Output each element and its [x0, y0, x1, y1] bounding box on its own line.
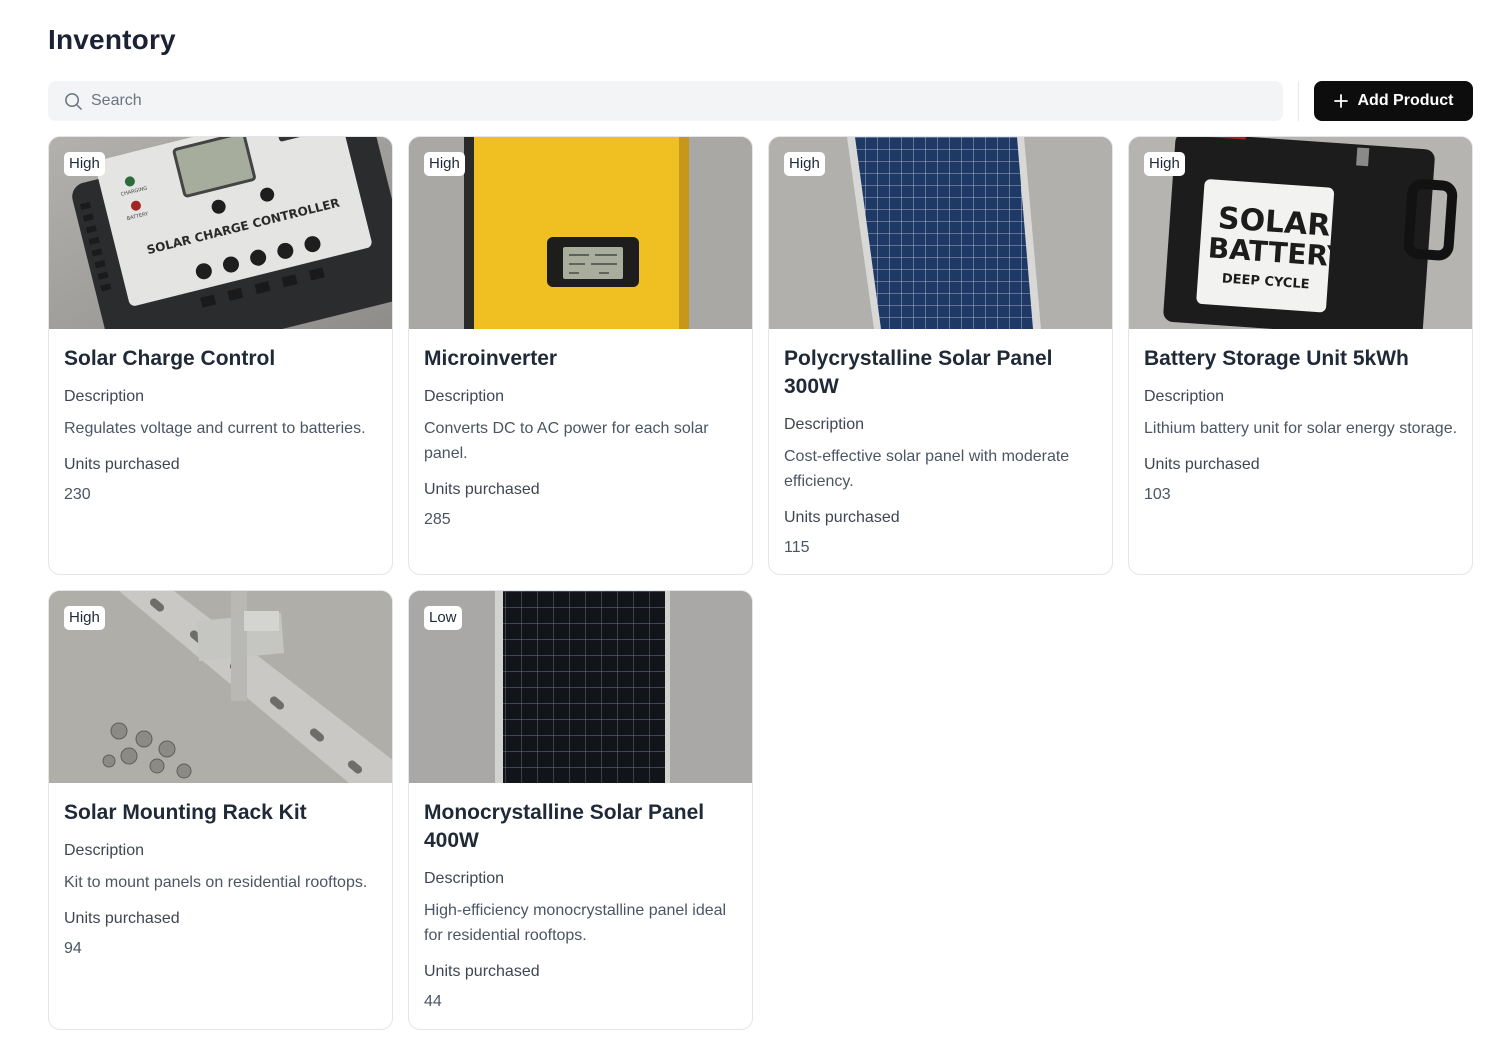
- product-image: High: [769, 137, 1112, 329]
- product-description: Kit to mount panels on residential rooft…: [64, 874, 368, 891]
- units-value: 285: [424, 511, 451, 528]
- units-label: Units purchased: [64, 456, 180, 473]
- priority-badge: High: [64, 152, 105, 176]
- product-name: Solar Mounting Rack Kit: [64, 801, 307, 824]
- product-image: High: [49, 591, 392, 783]
- units-value: 115: [784, 539, 810, 556]
- units-value: 103: [1144, 486, 1171, 503]
- product-image: High: [409, 137, 752, 329]
- product-description: Lithium battery unit for solar energy st…: [1144, 420, 1458, 437]
- priority-badge: Low: [424, 606, 462, 630]
- product-card[interactable]: High Microinverter Description Converts …: [408, 136, 753, 575]
- toolbar-divider: [1298, 81, 1299, 121]
- description-label: Description: [1144, 388, 1225, 405]
- toolbar: Add Product: [48, 81, 1473, 121]
- description-label: Description: [64, 842, 145, 859]
- product-image: Low: [409, 591, 752, 783]
- units-label: Units purchased: [784, 509, 900, 526]
- description-label: Description: [424, 388, 505, 405]
- product-card[interactable]: Low Monocrystalline Solar Panel 400W Des…: [408, 590, 753, 1030]
- units-label: Units purchased: [64, 910, 180, 927]
- page-title: Inventory: [48, 24, 176, 55]
- description-label: Description: [64, 388, 145, 405]
- add-product-button[interactable]: Add Product: [1314, 81, 1473, 121]
- product-image: SOLAR BATTERY DEEP CYCLE High: [1129, 137, 1472, 329]
- priority-badge: High: [1144, 152, 1185, 176]
- product-card[interactable]: SOLAR BATTERY DEEP CYCLE High Battery St…: [1128, 136, 1473, 575]
- product-description: Converts DC to AC power for each solar p…: [424, 420, 709, 462]
- search-input[interactable]: [91, 82, 1241, 120]
- product-card[interactable]: High Solar Mounting Rack Kit Description…: [48, 590, 393, 1030]
- product-description: Regulates voltage and current to batteri…: [64, 420, 366, 437]
- search-box[interactable]: [48, 81, 1283, 121]
- product-name: Polycrystalline Solar Panel 300W: [784, 347, 1053, 398]
- product-image: CHARGING BATTERY SOLAR CHARGE CONTROLLER: [49, 137, 392, 329]
- description-label: Description: [424, 870, 505, 887]
- add-product-label: Add Product: [1357, 92, 1454, 109]
- priority-badge: High: [424, 152, 465, 176]
- description-label: Description: [784, 416, 865, 433]
- product-name: Microinverter: [424, 347, 558, 370]
- product-description: Cost-effective solar panel with moderate…: [784, 448, 1070, 490]
- search-icon: [65, 92, 82, 110]
- units-value: 94: [64, 940, 82, 957]
- plus-icon: [1333, 94, 1348, 108]
- product-description: High-efficiency monocrystalline panel id…: [424, 902, 727, 944]
- product-card[interactable]: CHARGING BATTERY SOLAR CHARGE CONTROLLER: [48, 136, 393, 575]
- inventory-page: Inventory Add Product: [48, 0, 1473, 1050]
- units-value: 44: [424, 993, 442, 1010]
- priority-badge: High: [64, 606, 105, 630]
- product-name: Solar Charge Control: [64, 347, 276, 370]
- units-label: Units purchased: [424, 963, 540, 980]
- product-name: Monocrystalline Solar Panel 400W: [424, 801, 705, 852]
- priority-badge: High: [784, 152, 825, 176]
- product-card[interactable]: High Polycrystalline Solar Panel 300W De…: [768, 136, 1113, 575]
- units-value: 230: [64, 486, 91, 503]
- units-label: Units purchased: [424, 481, 540, 498]
- units-label: Units purchased: [1144, 456, 1260, 473]
- product-name: Battery Storage Unit 5kWh: [1144, 347, 1409, 370]
